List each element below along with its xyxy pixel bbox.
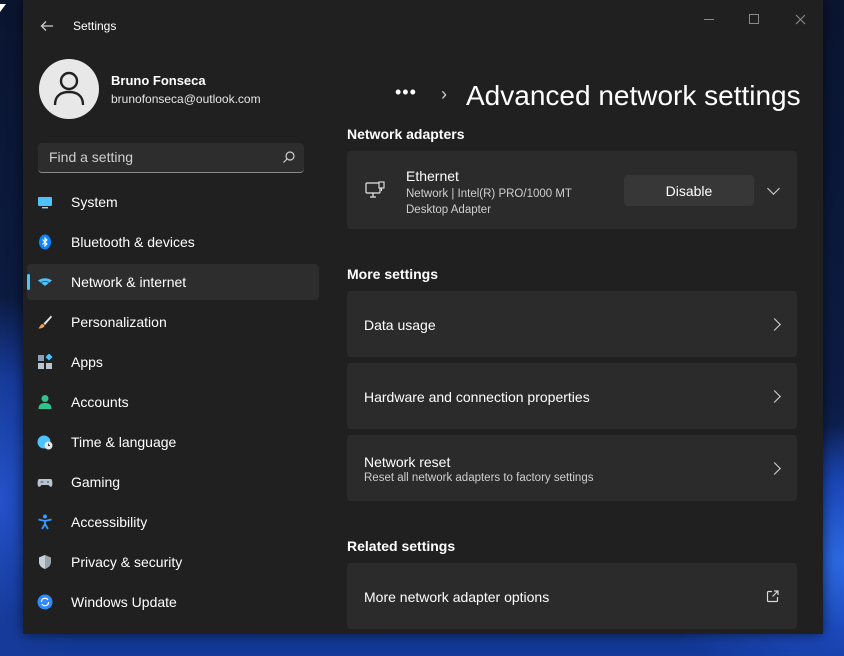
hardware-properties-row[interactable]: Hardware and connection properties — [347, 363, 797, 429]
update-icon — [37, 594, 53, 610]
page-title: Advanced network settings — [466, 80, 801, 111]
sidebar-item-label: Privacy & security — [71, 554, 183, 570]
globe-clock-icon — [37, 435, 53, 450]
gamepad-icon — [37, 479, 53, 487]
monitor-icon — [38, 197, 52, 209]
chevron-right-icon — [768, 390, 781, 403]
chevron-right-icon — [768, 318, 781, 331]
network-reset-description: Reset all network adapters to factory se… — [364, 472, 594, 484]
breadcrumb-more-button[interactable]: ••• — [395, 82, 417, 103]
mouse-cursor-icon — [0, 4, 6, 12]
sidebar-item-time-language[interactable]: Time & language — [27, 424, 319, 460]
network-reset-label: Network reset — [364, 454, 451, 470]
sidebar-item-accessibility[interactable]: Accessibility — [27, 504, 319, 540]
sidebar-item-label: Time & language — [71, 434, 177, 450]
adapter-name: Ethernet — [406, 168, 459, 184]
ethernet-adapter-card[interactable]: Ethernet Network | Intel(R) PRO/1000 MT … — [347, 151, 797, 229]
data-usage-row[interactable]: Data usage — [347, 291, 797, 357]
app-title: Settings — [73, 19, 117, 33]
sidebar-item-gaming[interactable]: Gaming — [27, 464, 319, 500]
sidebar-item-personalization[interactable]: Personalization — [27, 304, 319, 340]
sidebar-item-windows-update[interactable]: Windows Update — [27, 584, 319, 620]
hardware-properties-label: Hardware and connection properties — [364, 389, 590, 405]
disable-adapter-button[interactable]: Disable — [624, 175, 754, 206]
avatar[interactable] — [39, 59, 99, 119]
bluetooth-icon — [39, 234, 51, 250]
sidebar-item-label: Windows Update — [71, 594, 177, 610]
more-adapter-options-label: More network adapter options — [364, 589, 550, 605]
sidebar-item-bluetooth[interactable]: Bluetooth & devices — [27, 224, 319, 260]
chevron-down-icon[interactable] — [767, 182, 780, 195]
section-title-network-adapters: Network adapters — [347, 126, 465, 142]
close-icon — [795, 14, 805, 25]
sidebar-item-label: Apps — [71, 354, 103, 370]
title-bar: Settings — [23, 0, 823, 46]
chevron-right-icon — [768, 462, 781, 475]
back-arrow-icon — [40, 21, 53, 31]
back-button[interactable] — [37, 16, 57, 36]
section-title-related-settings: Related settings — [347, 538, 456, 554]
apps-icon — [38, 354, 53, 369]
section-title-more-settings: More settings — [347, 266, 439, 282]
sidebar-item-label: Gaming — [71, 474, 121, 490]
maximize-button[interactable] — [742, 10, 766, 28]
search-box — [38, 143, 304, 173]
sidebar-item-label: Personalization — [71, 314, 167, 330]
sidebar-item-privacy-security[interactable]: Privacy & security — [27, 544, 319, 580]
sidebar-item-label: Bluetooth & devices — [71, 234, 195, 250]
minimize-button[interactable] — [697, 10, 721, 28]
settings-window: Settings Bruno Fonseca brunofonseca@outl… — [23, 0, 823, 634]
sidebar-nav: System Bluetooth & devices Network & int… — [27, 184, 319, 624]
brush-icon — [38, 315, 52, 329]
adapter-description: Network | Intel(R) PRO/1000 MT Desktop A… — [406, 188, 572, 216]
sidebar-item-accounts[interactable]: Accounts — [27, 384, 319, 420]
close-window-button[interactable] — [788, 10, 812, 28]
accessibility-icon — [38, 514, 52, 530]
more-adapter-options-row[interactable]: More network adapter options — [347, 563, 797, 629]
sidebar-item-network[interactable]: Network & internet — [27, 264, 319, 300]
wifi-icon — [38, 278, 52, 286]
user-name: Bruno Fonseca — [111, 73, 206, 88]
open-external-icon — [766, 590, 779, 603]
sidebar-item-system[interactable]: System — [27, 184, 319, 220]
sidebar-item-label: Accounts — [71, 394, 129, 410]
search-icon — [283, 151, 295, 163]
user-email: brunofonseca@outlook.com — [111, 92, 261, 106]
ethernet-icon — [365, 181, 385, 198]
person-avatar-icon — [53, 71, 85, 106]
person-icon — [38, 395, 52, 409]
sidebar-item-label: System — [71, 194, 118, 210]
search-input[interactable] — [38, 143, 279, 171]
network-reset-row[interactable]: Network reset Reset all network adapters… — [347, 435, 797, 501]
breadcrumb-separator-icon: › — [441, 84, 447, 104]
data-usage-label: Data usage — [364, 317, 436, 333]
sidebar-item-label: Network & internet — [71, 274, 187, 290]
sidebar-item-apps[interactable]: Apps — [27, 344, 319, 380]
sidebar-item-label: Accessibility — [71, 514, 148, 530]
shield-icon — [39, 555, 51, 569]
